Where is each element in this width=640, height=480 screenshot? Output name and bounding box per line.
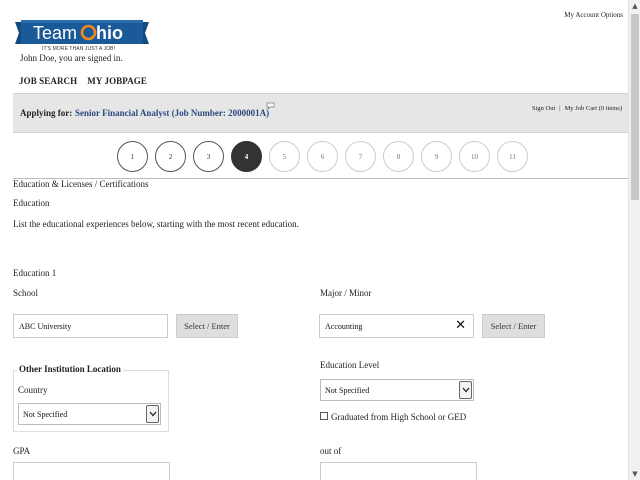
gpa-label: GPA	[13, 446, 31, 456]
sign-out-link[interactable]: Sign Out	[532, 105, 555, 112]
svg-text:Team: Team	[33, 23, 77, 43]
link-separator: |	[559, 105, 561, 112]
instructions-text: List the educational experiences below, …	[13, 219, 299, 229]
school-label: School	[13, 288, 39, 298]
step-6[interactable]: 6	[307, 141, 338, 172]
applying-for-bar: Applying for: Senior Financial Analyst (…	[13, 93, 628, 133]
other-institution-location-group: Other Institution Location Country Not S…	[13, 364, 169, 432]
education-level-select[interactable]: Not Specified	[320, 379, 474, 401]
chevron-down-icon	[459, 381, 472, 399]
school-select-enter-button[interactable]: Select / Enter	[176, 314, 238, 338]
major-input-value: Accounting	[325, 321, 363, 331]
country-select[interactable]: Not Specified	[18, 403, 161, 425]
education-entry-title: Education 1	[13, 268, 57, 278]
graduated-checkbox[interactable]	[320, 412, 328, 420]
gpa-input[interactable]	[13, 462, 170, 480]
clear-major-icon[interactable]: ✕	[455, 319, 466, 333]
signed-in-status: John Doe, you are signed in.	[20, 53, 123, 63]
education-level-select-value: Not Specified	[325, 385, 370, 395]
step-7[interactable]: 7	[345, 141, 376, 172]
major-select-enter-button[interactable]: Select / Enter	[482, 314, 545, 338]
section-title: Education & Licenses / Certifications	[13, 179, 149, 189]
step-11[interactable]: 11	[497, 141, 528, 172]
applying-for-label: Applying for:	[20, 108, 73, 118]
step-1[interactable]: 1	[117, 141, 148, 172]
my-job-cart-link[interactable]: My Job Cart (0 items)	[565, 105, 622, 112]
major-label: Major / Minor	[320, 288, 372, 298]
step-indicator: 1 2 3 4 5 6 7 8 9 10 11	[117, 141, 528, 172]
main-nav: JOB SEARCH MY JOBPAGE	[19, 76, 147, 86]
scroll-up-arrow-icon[interactable]: ▲	[629, 0, 640, 12]
out-of-label: out of	[320, 446, 342, 456]
speech-bubble-icon[interactable]	[266, 102, 275, 110]
step-8[interactable]: 8	[383, 141, 414, 172]
country-select-value: Not Specified	[23, 409, 68, 419]
step-2[interactable]: 2	[155, 141, 186, 172]
my-account-options-link[interactable]: My Account Options	[564, 11, 623, 19]
major-input[interactable]: Accounting ✕	[319, 314, 474, 338]
subsection-title: Education	[13, 198, 50, 208]
bar-links: Sign Out | My Job Cart (0 items)	[532, 105, 622, 112]
other-institution-location-legend: Other Institution Location	[17, 364, 123, 374]
nav-my-jobpage[interactable]: MY JOBPAGE	[87, 76, 147, 86]
vertical-scrollbar[interactable]: ▲ ▼	[628, 0, 640, 480]
step-4-current[interactable]: 4	[231, 141, 262, 172]
scroll-down-arrow-icon[interactable]: ▼	[629, 468, 640, 480]
svg-text:hio: hio	[96, 23, 123, 43]
chevron-down-icon	[146, 405, 159, 423]
education-level-label: Education Level	[320, 360, 380, 370]
country-label: Country	[18, 385, 48, 395]
step-10[interactable]: 10	[459, 141, 490, 172]
nav-job-search[interactable]: JOB SEARCH	[19, 76, 77, 86]
logo-tagline: IT'S MORE THAN JUST A JOB!	[42, 46, 116, 52]
step-3[interactable]: 3	[193, 141, 224, 172]
step-5[interactable]: 5	[269, 141, 300, 172]
step-9[interactable]: 9	[421, 141, 452, 172]
school-input[interactable]: ABC University	[13, 314, 168, 338]
graduated-label: Graduated from High School or GED	[331, 412, 467, 422]
gpa-out-of-input[interactable]	[320, 462, 477, 480]
application-page: Team hio IT'S MORE THAN JUST A JOB! John…	[0, 0, 628, 480]
school-input-value: ABC University	[19, 321, 72, 331]
scrollbar-thumb[interactable]	[631, 14, 639, 200]
job-title-link[interactable]: Senior Financial Analyst (Job Number: 20…	[75, 108, 269, 118]
